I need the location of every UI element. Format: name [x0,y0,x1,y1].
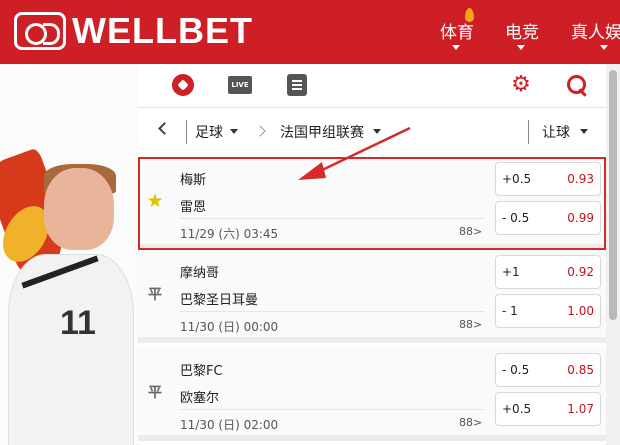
scrollbar[interactable] [606,64,620,445]
annotation-arrow-icon [298,126,411,180]
scrollbar-thumb[interactable] [609,70,617,320]
